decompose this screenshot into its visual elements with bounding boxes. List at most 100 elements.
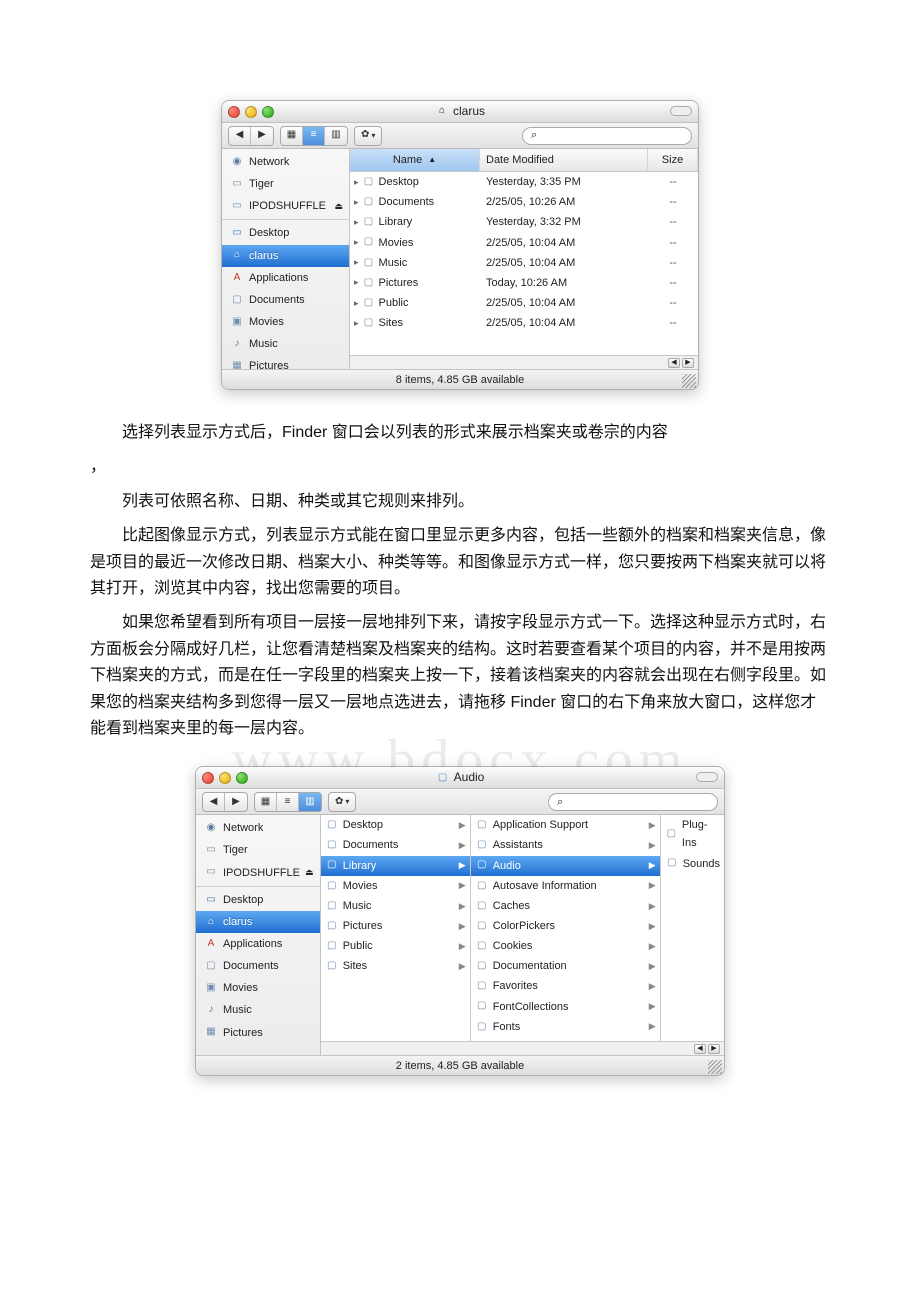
disclosure-triangle-icon[interactable]: ▸	[354, 215, 359, 230]
eject-icon[interactable]: ⏏	[334, 199, 343, 214]
traffic-lights	[228, 106, 274, 118]
toolbar-toggle-button[interactable]	[670, 106, 692, 116]
resize-grip[interactable]	[682, 374, 696, 388]
icon-view-button[interactable]: ▦	[281, 127, 303, 145]
sidebar-item-network[interactable]: ◉Network	[196, 817, 320, 839]
column-item[interactable]: ▢Plug-Ins	[661, 815, 724, 853]
sidebar-item-ipodshuffle[interactable]: ▭IPODSHUFFLE⏏	[222, 195, 349, 217]
column-header-name[interactable]: Name▲	[350, 149, 480, 171]
sidebar-item-pictures[interactable]: ▦Pictures	[196, 1022, 320, 1044]
column-item[interactable]: ▢Library▶	[321, 856, 470, 876]
action-button[interactable]: ✿▾	[354, 126, 382, 146]
back-button[interactable]: ◀	[203, 793, 225, 811]
sidebar-item-documents[interactable]: ▢Documents	[196, 955, 320, 977]
column-item[interactable]: ▢Movies▶	[321, 876, 470, 896]
table-row[interactable]: ▸▢DesktopYesterday, 3:35 PM--	[350, 172, 698, 192]
close-button[interactable]	[202, 772, 214, 784]
column-item[interactable]: ▢Documentation▶	[471, 956, 660, 976]
column-item[interactable]: ▢Cookies▶	[471, 936, 660, 956]
forward-button[interactable]: ▶	[225, 793, 247, 811]
scroll-right-button[interactable]: ▶	[708, 1044, 720, 1054]
table-row[interactable]: ▸▢Music2/25/05, 10:04 AM--	[350, 253, 698, 273]
disclosure-triangle-icon[interactable]: ▸	[354, 235, 359, 250]
column-header-date[interactable]: Date Modified	[480, 149, 648, 171]
titlebar[interactable]: ⌂ clarus	[222, 101, 698, 123]
disclosure-triangle-icon[interactable]: ▸	[354, 175, 359, 190]
column-item[interactable]: ▢Music▶	[321, 896, 470, 916]
icon-view-button[interactable]: ▦	[255, 793, 277, 811]
column-item[interactable]: ▢Application Support▶	[471, 815, 660, 835]
table-row[interactable]: ▸▢PicturesToday, 10:26 AM--	[350, 273, 698, 293]
sidebar-item-ipodshuffle[interactable]: ▭IPODSHUFFLE⏏	[196, 862, 320, 884]
toolbar-toggle-button[interactable]	[696, 772, 718, 782]
disclosure-triangle-icon[interactable]: ▸	[354, 255, 359, 270]
disclosure-triangle-icon[interactable]: ▸	[354, 316, 359, 331]
sidebar-item-desktop[interactable]: ▭Desktop	[196, 889, 320, 911]
sidebar-item-label: Applications	[223, 935, 282, 953]
column-header-size[interactable]: Size	[648, 149, 698, 171]
column-item[interactable]: ▢Fonts▶	[471, 1017, 660, 1037]
sidebar-item-music[interactable]: ♪Music	[196, 999, 320, 1021]
column-item[interactable]: ▢Sounds	[661, 854, 724, 874]
column-item[interactable]: ▢Assistants▶	[471, 835, 660, 855]
search-field[interactable]: ⌕	[522, 127, 692, 145]
sidebar-item-music[interactable]: ♪Music	[222, 333, 349, 355]
zoom-button[interactable]	[262, 106, 274, 118]
list-view-button[interactable]: ≡	[277, 793, 299, 811]
scroll-left-button[interactable]: ◀	[668, 358, 680, 368]
sidebar-item-pictures[interactable]: ▦Pictures	[222, 355, 349, 369]
column-item[interactable]: ▢ColorPickers▶	[471, 916, 660, 936]
minimize-button[interactable]	[245, 106, 257, 118]
column-item[interactable]: ▢Audio▶	[471, 856, 660, 876]
table-row[interactable]: ▸▢Movies2/25/05, 10:04 AM--	[350, 233, 698, 253]
column-view-button[interactable]: ▥	[325, 127, 347, 145]
column-item[interactable]: ▢FontCollections▶	[471, 997, 660, 1017]
eject-icon[interactable]: ⏏	[305, 865, 314, 880]
dropdown-arrow-icon: ▾	[345, 795, 349, 808]
sort-arrow-icon: ▲	[428, 153, 436, 166]
scroll-left-button[interactable]: ◀	[694, 1044, 706, 1054]
sidebar-item-tiger[interactable]: ▭Tiger	[222, 173, 349, 195]
sidebar-item-clarus[interactable]: ⌂clarus	[196, 911, 320, 933]
minimize-button[interactable]	[219, 772, 231, 784]
sidebar-item-desktop[interactable]: ▭Desktop	[222, 222, 349, 244]
resize-grip[interactable]	[708, 1060, 722, 1074]
sidebar-item-movies[interactable]: ▣Movies	[196, 977, 320, 999]
table-row[interactable]: ▸▢Sites2/25/05, 10:04 AM--	[350, 313, 698, 333]
titlebar[interactable]: ▢ Audio	[196, 767, 724, 789]
sidebar-item-clarus[interactable]: ⌂clarus	[222, 245, 349, 267]
list-view-button[interactable]: ≡	[303, 127, 325, 145]
search-field[interactable]: ⌕	[548, 793, 718, 811]
sidebar-item-movies[interactable]: ▣Movies	[222, 311, 349, 333]
globe-icon: ◉	[204, 821, 218, 835]
sidebar-item-network[interactable]: ◉Network	[222, 151, 349, 173]
sidebar-item-documents[interactable]: ▢Documents	[222, 289, 349, 311]
column-item[interactable]: ▢Pictures▶	[321, 916, 470, 936]
column-item[interactable]: ▢Caches▶	[471, 896, 660, 916]
column-item[interactable]: ▢Favorites▶	[471, 976, 660, 996]
action-button[interactable]: ✿▾	[328, 792, 356, 812]
column-item[interactable]: ▢Autosave Information▶	[471, 876, 660, 896]
column-item[interactable]: ▢Documents▶	[321, 835, 470, 855]
back-button[interactable]: ◀	[229, 127, 251, 145]
table-row[interactable]: ▸▢Public2/25/05, 10:04 AM--	[350, 293, 698, 313]
zoom-button[interactable]	[236, 772, 248, 784]
forward-button[interactable]: ▶	[251, 127, 273, 145]
column-headers: Name▲ Date Modified Size	[350, 149, 698, 172]
column-item[interactable]: ▢Public▶	[321, 936, 470, 956]
disclosure-triangle-icon[interactable]: ▸	[354, 275, 359, 290]
column-item[interactable]: ▢Sites▶	[321, 956, 470, 976]
disclosure-triangle-icon[interactable]: ▸	[354, 195, 359, 210]
sidebar-item-applications[interactable]: AApplications	[196, 933, 320, 955]
row-date: 2/25/05, 10:04 AM	[480, 254, 648, 272]
sidebar-item-applications[interactable]: AApplications	[222, 267, 349, 289]
sidebar-item-label: IPODSHUFFLE	[249, 197, 326, 215]
disclosure-triangle-icon[interactable]: ▸	[354, 296, 359, 311]
sidebar-item-tiger[interactable]: ▭Tiger	[196, 839, 320, 861]
close-button[interactable]	[228, 106, 240, 118]
table-row[interactable]: ▸▢LibraryYesterday, 3:32 PM--	[350, 212, 698, 232]
table-row[interactable]: ▸▢Documents2/25/05, 10:26 AM--	[350, 192, 698, 212]
scroll-right-button[interactable]: ▶	[682, 358, 694, 368]
column-item[interactable]: ▢Desktop▶	[321, 815, 470, 835]
column-view-button[interactable]: ▥	[299, 793, 321, 811]
